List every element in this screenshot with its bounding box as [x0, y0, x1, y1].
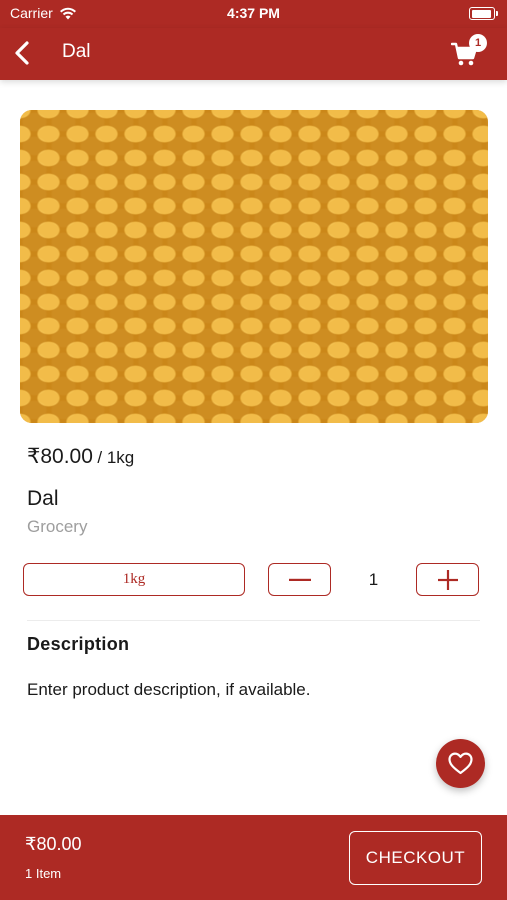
cart-total: ₹80.00 [25, 834, 82, 854]
quantity-increase-button[interactable] [416, 563, 479, 596]
cart-count-badge: 1 [469, 34, 487, 52]
status-time: 4:37 PM [227, 5, 280, 21]
description-heading: Description [27, 634, 130, 654]
product-price: ₹80.00 [27, 445, 93, 468]
status-bar: Carrier 4:37 PM [0, 0, 507, 28]
page-title: Dal [62, 41, 91, 62]
battery-icon [469, 7, 498, 20]
checkout-bar: ₹80.00 1 Item CHECKOUT [0, 815, 507, 900]
product-unit: / 1kg [97, 448, 135, 467]
divider [27, 620, 480, 621]
product-category: Grocery [27, 517, 88, 536]
checkout-button[interactable]: CHECKOUT [349, 831, 482, 885]
favorite-button[interactable] [436, 739, 485, 788]
heart-icon [448, 752, 473, 775]
product-name: Dal [27, 487, 59, 510]
description-text: Enter product description, if available. [27, 680, 311, 699]
nav-bar: Dal 1 [0, 28, 507, 80]
quantity-decrease-button[interactable] [268, 563, 331, 596]
chevron-left-icon [15, 41, 29, 65]
minus-icon [288, 578, 311, 581]
price-row: ₹80.00 / 1kg [27, 444, 134, 469]
plus-icon [437, 569, 458, 590]
quantity-value: 1 [368, 570, 379, 589]
product-image-texture-overlay [20, 110, 488, 423]
cart-item-count: 1 Item [25, 866, 62, 881]
product-image [20, 110, 488, 423]
variant-select-button[interactable]: 1kg [23, 563, 245, 596]
back-button[interactable] [12, 40, 34, 66]
